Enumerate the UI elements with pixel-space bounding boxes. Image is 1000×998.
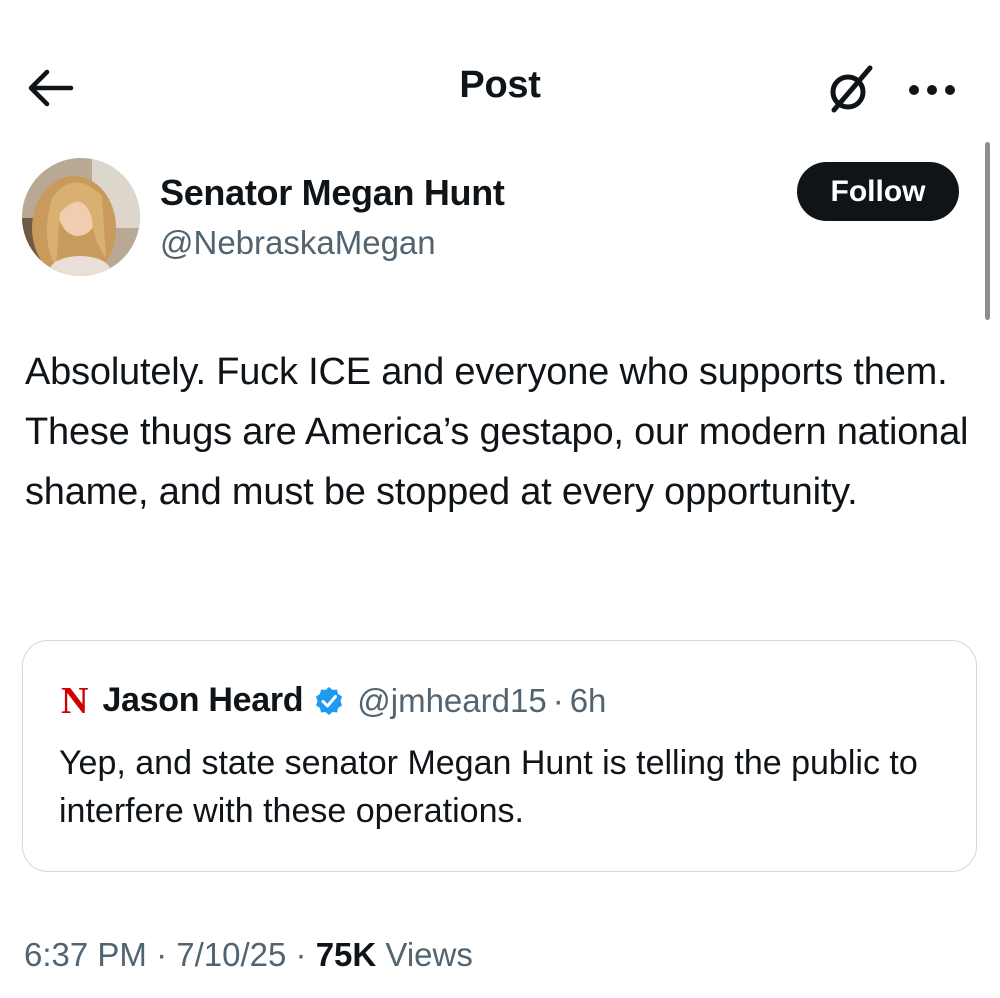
avatar[interactable] [22,158,140,276]
grok-slash-icon [830,65,873,113]
separator-dot: · [156,936,168,973]
quoted-author-name[interactable]: Jason Heard [102,681,303,720]
post-time[interactable]: 6:37 PM [24,936,147,973]
author-handle[interactable]: @NebraskaMegan [160,224,436,262]
follow-button[interactable]: Follow [797,162,959,221]
top-bar: Post [0,0,1000,175]
author-display-name[interactable]: Senator Megan Hunt [160,172,505,214]
post-text: Absolutely. Fuck ICE and everyone who su… [25,351,969,513]
separator-dot: · [552,681,564,719]
nebraska-n-avatar[interactable]: N [61,682,88,720]
quoted-post[interactable]: N Jason Heard @jmheard15 · 6h Yep, and s… [22,640,977,872]
quoted-post-time[interactable]: 6h [570,682,607,720]
more-options-button[interactable] [900,60,964,120]
more-dots-icon [909,85,955,95]
post-date[interactable]: 7/10/25 [176,936,286,973]
views-label[interactable]: Views [385,936,472,973]
verified-badge-icon [313,685,345,717]
views-count[interactable]: 75K [316,936,377,973]
scrollbar[interactable] [985,142,990,320]
quoted-post-header: N Jason Heard @jmheard15 · 6h [61,681,606,720]
post-metadata: 6:37 PM · 7/10/25 · 75K Views [24,936,473,974]
grok-button[interactable] [818,58,882,122]
quoted-author-handle[interactable]: @jmheard15 [357,682,546,720]
quoted-post-text: Yep, and state senator Megan Hunt is tel… [59,744,918,830]
separator-dot: · [295,936,307,973]
